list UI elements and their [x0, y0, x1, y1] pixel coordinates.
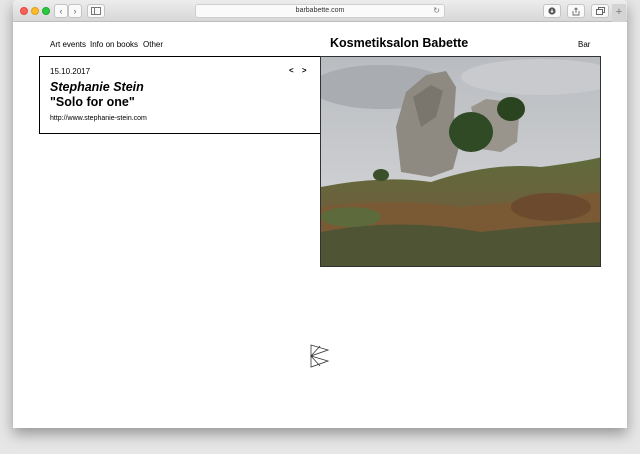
nav-other[interactable]: Other [143, 40, 163, 49]
new-tab-button[interactable]: + [612, 4, 626, 22]
artist-name: Stephanie Stein [50, 80, 144, 94]
site-title[interactable]: Kosmetiksalon Babette [330, 36, 468, 50]
rock-landscape-image [321, 57, 600, 266]
sidebar-button[interactable] [87, 4, 105, 18]
prev-event-button[interactable]: < [289, 66, 297, 75]
event-card: 15.10.2017 < > Stephanie Stein "Solo for… [39, 56, 320, 134]
forward-button[interactable]: › [68, 4, 82, 18]
url-text: barbabette.com [295, 7, 345, 14]
event-photo [320, 56, 601, 267]
next-event-button[interactable]: > [302, 66, 310, 75]
download-icon [548, 7, 556, 15]
tabs-button[interactable] [591, 4, 609, 18]
close-window-button[interactable] [20, 7, 28, 15]
share-button[interactable] [567, 4, 585, 18]
share-icon [572, 6, 580, 15]
nav-info-on-books[interactable]: Info on books [90, 40, 138, 49]
reload-icon[interactable]: ↻ [433, 5, 440, 17]
nav-bar[interactable]: Bar [578, 40, 590, 49]
zoom-window-button[interactable] [42, 7, 50, 15]
minimize-window-button[interactable] [31, 7, 39, 15]
nav-art-events[interactable]: Art events [50, 40, 86, 49]
site-logo-icon [309, 344, 330, 368]
chevron-left-icon: ‹ [59, 6, 63, 16]
event-pager: < > [289, 66, 310, 75]
sidebar-icon [91, 7, 101, 15]
browser-window: ‹ › barbabette.com ↻ + Art events Info o… [13, 0, 627, 428]
artist-website-link[interactable]: http://www.stephanie-stein.com [50, 115, 147, 122]
plus-icon: + [615, 6, 623, 18]
event-title: "Solo for one" [50, 95, 135, 109]
address-bar[interactable]: barbabette.com ↻ [195, 4, 445, 18]
browser-toolbar: ‹ › barbabette.com ↻ [13, 0, 627, 22]
tabs-icon [595, 7, 605, 15]
back-button[interactable]: ‹ [54, 4, 68, 18]
chevron-right-icon: › [73, 6, 77, 16]
event-date: 15.10.2017 [50, 67, 91, 76]
download-button[interactable] [543, 4, 561, 18]
